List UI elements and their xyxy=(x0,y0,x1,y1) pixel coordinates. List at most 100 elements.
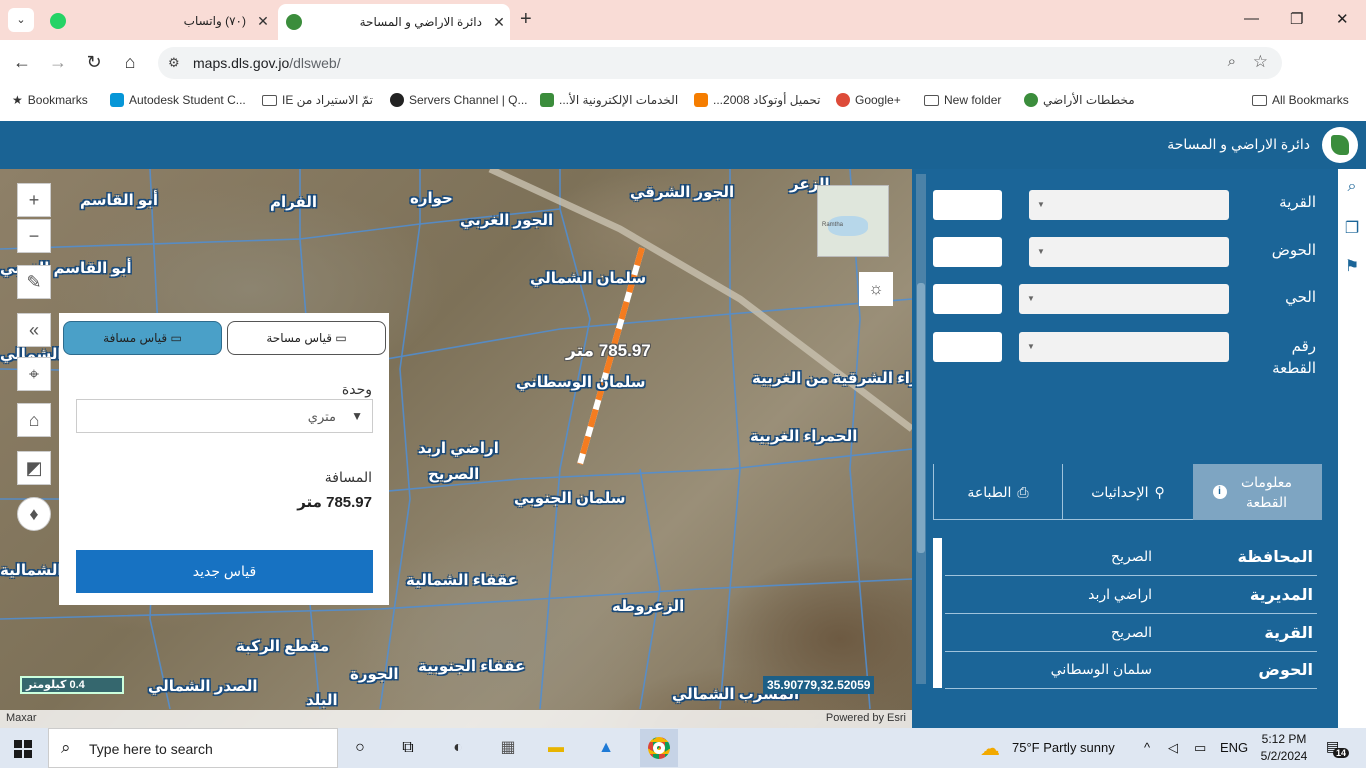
bookmark-item[interactable]: Servers Channel | Q... xyxy=(390,93,528,107)
tab-print[interactable]: ⎙ الطباعة xyxy=(933,464,1062,520)
new-tab-button[interactable]: + xyxy=(520,8,532,31)
measure-area-tab[interactable]: ▭ قياس مساحة xyxy=(227,321,386,355)
map-label: حواره xyxy=(410,190,453,207)
unit-select[interactable]: متري ▼ xyxy=(76,399,373,433)
close-tab-icon[interactable]: ✕ xyxy=(488,14,510,31)
map-label: سلمان الجنوبي xyxy=(514,490,626,507)
district-select[interactable]: ▼ xyxy=(1019,284,1229,314)
notifications-icon[interactable]: ▤ 14 xyxy=(1326,738,1350,758)
tab-coordinates[interactable]: ⚲ الإحداثيات xyxy=(1062,464,1193,520)
bookmark-item[interactable]: تمّ الاستيراد من IE xyxy=(262,93,373,107)
zoom-in-button[interactable]: + xyxy=(17,183,51,217)
taskbar-clock[interactable]: 5:12 PM 5/2/2024 xyxy=(1254,731,1314,765)
taskbar-search[interactable]: ⌕ Type here to search xyxy=(48,728,338,768)
layers-icon[interactable]: ❐ xyxy=(1341,218,1363,240)
location-pin-icon[interactable]: ⚑ xyxy=(1341,256,1363,278)
forward-button[interactable]: → xyxy=(46,52,70,73)
bookmark-item[interactable]: ★ Bookmarks xyxy=(12,93,88,107)
village-select[interactable]: ▼ xyxy=(1029,190,1229,220)
weather-text[interactable]: 75°F Partly sunny xyxy=(1012,740,1115,755)
map-label: البلد xyxy=(306,692,338,709)
map-label: عقفاء الشمالية xyxy=(406,572,518,589)
bookmark-star-icon[interactable]: ☆ xyxy=(1253,52,1268,72)
restore-button[interactable]: ❐ xyxy=(1290,10,1303,28)
district-code-input[interactable] xyxy=(933,284,1002,314)
dls-icon xyxy=(286,14,302,30)
tab-parcel-info[interactable]: i معلومات القطعة xyxy=(1193,464,1322,520)
basin-code-input[interactable] xyxy=(933,237,1002,267)
gov-icon xyxy=(540,93,554,107)
minimize-button[interactable]: — xyxy=(1244,10,1259,27)
new-measurement-button[interactable]: قياس جديد xyxy=(76,550,373,593)
chrome-icon[interactable] xyxy=(640,729,678,767)
locate-icon[interactable]: ⌖ xyxy=(17,357,51,391)
weather-icon[interactable]: ☁ xyxy=(980,736,1000,761)
tab-dls[interactable]: دائرة الاراضي و المساحة ✕ xyxy=(278,4,510,40)
map-label: اراضي اربد xyxy=(418,440,499,457)
home-button[interactable]: ⌂ xyxy=(118,52,142,73)
draw-pencil-icon[interactable]: ✎ xyxy=(17,265,51,299)
folder-icon xyxy=(262,94,277,106)
tab-search-dropdown[interactable]: ⌄ xyxy=(8,8,34,32)
zoom-out-button[interactable]: − xyxy=(17,219,51,253)
village-label: القرية xyxy=(1279,194,1316,211)
basin-label: الحوض xyxy=(1271,242,1316,259)
bookmark-item[interactable]: New folder xyxy=(924,93,1001,107)
zoom-icon[interactable]: ⌕ xyxy=(1228,53,1236,70)
panel-scrollbar-thumb[interactable] xyxy=(917,283,925,553)
bookmarks-bar: ★ Bookmarks Autodesk Student C... تمّ الا… xyxy=(0,86,1366,116)
browser-tab-bar: ⌄ (٧٠) واتساب ✕ دائرة الاراضي و المساحة … xyxy=(0,0,1366,40)
map-view[interactable]: أبو القاسم الفرام حواره الجور الغربي الج… xyxy=(0,169,912,728)
photos-icon[interactable]: ▲ xyxy=(594,736,618,760)
measure-distance-tab[interactable]: ▭ قياس مسافة xyxy=(63,321,222,355)
calculator-icon[interactable]: ▦ xyxy=(496,736,520,760)
task-view-icon[interactable]: ⧉ xyxy=(396,736,420,760)
bookmark-item[interactable]: الخدمات الإلكترونية الأ... xyxy=(540,93,678,107)
bookmark-item[interactable]: تحميل أوتوكاد 2008... xyxy=(694,93,821,107)
chevron-up-icon[interactable]: ^ xyxy=(1144,740,1150,755)
collapse-icon[interactable]: « xyxy=(17,313,51,347)
windows-start-icon[interactable] xyxy=(14,740,32,758)
back-button[interactable]: ← xyxy=(10,52,34,73)
googleplus-icon xyxy=(836,93,850,107)
side-toolstrip xyxy=(1338,169,1366,728)
bookmark-item[interactable]: Google+ xyxy=(836,93,901,107)
tab-title: دائرة الاراضي و المساحة xyxy=(359,15,482,29)
cortana-icon[interactable]: ○ xyxy=(348,736,372,760)
url-text[interactable]: maps.dls.gov.jo/dlsweb/ xyxy=(193,55,341,71)
map-label: أبو القاسم xyxy=(80,192,159,209)
language-indicator[interactable]: ENG xyxy=(1220,740,1248,755)
map-attribution: Maxar Powered by Esri xyxy=(0,710,912,728)
app-icon[interactable]: ◐ xyxy=(446,736,470,760)
area-icon: ▭ xyxy=(331,331,347,345)
search-icon: ⌕ xyxy=(61,738,71,757)
measurement-panel: ▭ قياس مساحة ▭ قياس مسافة وحدة متري ▼ ال… xyxy=(59,313,389,605)
parcel-select[interactable]: ▼ xyxy=(1019,332,1229,362)
search-icon[interactable]: ⌕ xyxy=(1341,178,1363,200)
tab-whatsapp[interactable]: (٧٠) واتساب ✕ xyxy=(42,6,274,36)
battery-icon[interactable]: ▭ xyxy=(1194,740,1206,756)
close-tab-icon[interactable]: ✕ xyxy=(252,13,274,30)
all-bookmarks[interactable]: All Bookmarks xyxy=(1252,93,1349,107)
basin-select[interactable]: ▼ xyxy=(1029,237,1229,267)
info-tabs: i معلومات القطعة ⚲ الإحداثيات ⎙ الطباعة xyxy=(933,464,1322,520)
file-explorer-icon[interactable]: ▬ xyxy=(544,736,568,760)
info-icon: i xyxy=(1212,485,1227,499)
windows-taskbar: ⌕ Type here to search ○ ⧉ ◐ ▦ ▬ ▲ ☁ 75°F… xyxy=(0,728,1366,768)
map-label: الجور الشرقي xyxy=(630,184,735,201)
compass-icon[interactable]: ♦ xyxy=(17,497,51,531)
parcel-number-input[interactable] xyxy=(933,332,1002,362)
bookmark-item[interactable]: مخططات الأراضي xyxy=(1024,93,1135,107)
volume-icon[interactable]: ◁ xyxy=(1168,740,1178,756)
close-window-button[interactable]: ✕ xyxy=(1336,10,1349,28)
village-code-input[interactable] xyxy=(933,190,1002,220)
home-extent-icon[interactable]: ⌂ xyxy=(17,403,51,437)
whatsapp-icon xyxy=(50,13,66,29)
site-info-icon[interactable]: ⚙ xyxy=(168,55,180,71)
overview-minimap[interactable]: Ramtha xyxy=(817,185,889,257)
address-bar[interactable]: ⚙ maps.dls.gov.jo/dlsweb/ ⌕ ☆ xyxy=(158,47,1282,79)
bookmark-item[interactable]: Autodesk Student C... xyxy=(110,93,246,107)
reload-button[interactable]: ↻ xyxy=(82,52,106,73)
sun-icon[interactable]: ☼ xyxy=(859,272,893,306)
elevation-profile-icon[interactable]: ◩ xyxy=(17,451,51,485)
